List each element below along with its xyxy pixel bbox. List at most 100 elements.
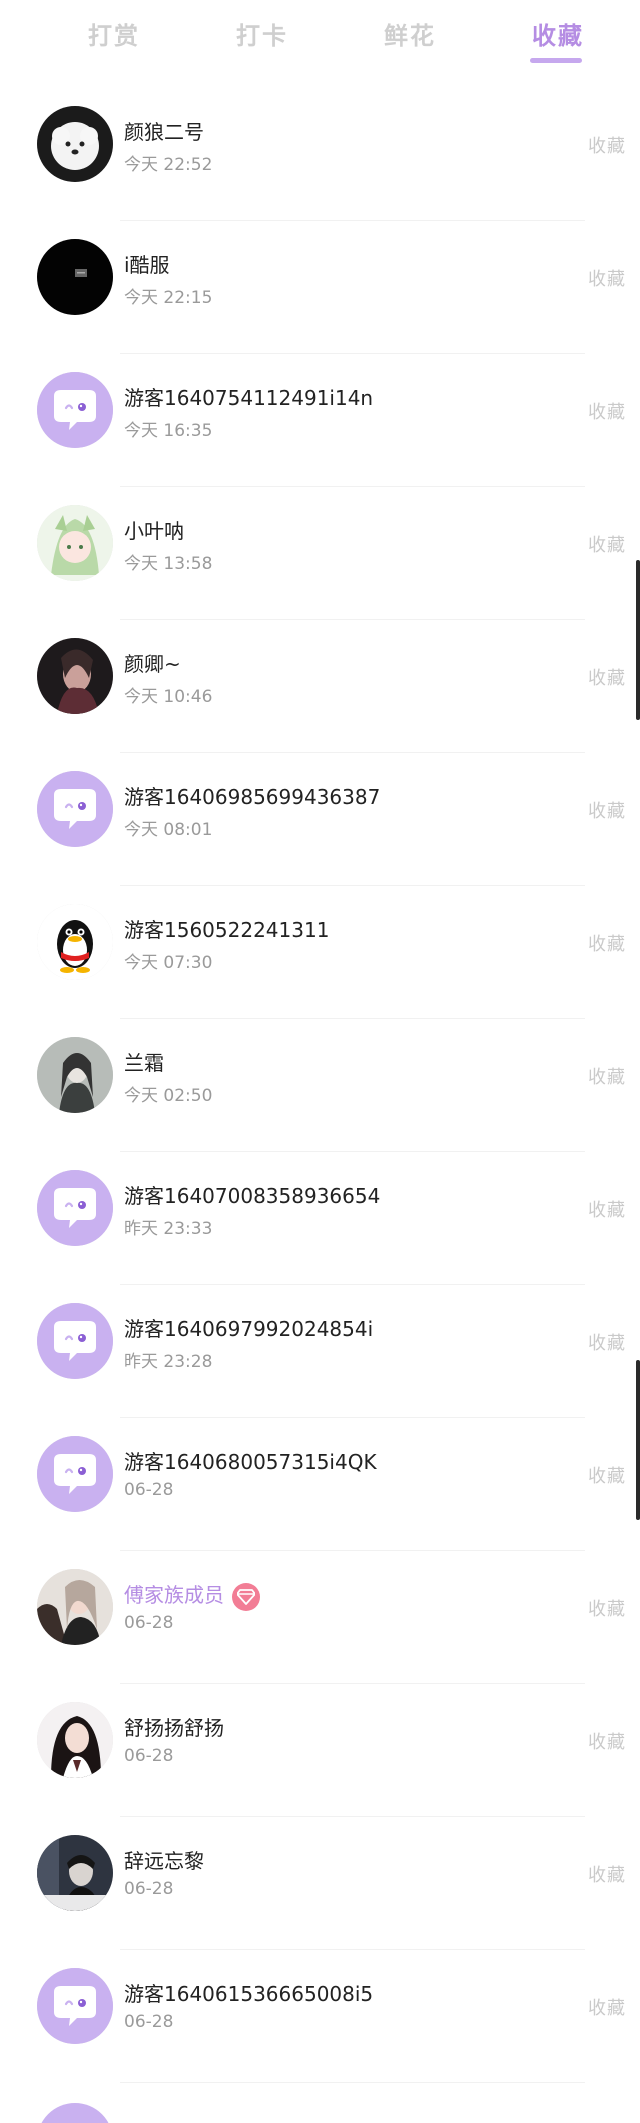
user-name-text: 小叶呐 — [124, 519, 184, 543]
timestamp: 06-28 — [124, 2012, 174, 2032]
favorite-button[interactable]: 收藏 — [588, 1595, 626, 1621]
avatar[interactable] — [37, 1569, 113, 1645]
list-item[interactable]: 游客16407008358936654 昨天 23:33 收藏 — [0, 1152, 640, 1285]
user-name: 游客1640754112491i14n — [124, 382, 373, 411]
tab-reward[interactable]: 打赏 — [88, 16, 140, 51]
user-name: 游客16407008358936654 — [124, 1180, 380, 1209]
timestamp: 今天 22:15 — [124, 288, 213, 308]
tab-checkin[interactable]: 打卡 — [236, 16, 288, 51]
list-item[interactable]: 傅家族成员 06-28 收藏 — [0, 1551, 640, 1684]
list-item[interactable]: 兰霜今天 02:50 收藏 — [0, 1019, 640, 1152]
user-name-text: 兰霜 — [124, 1051, 164, 1075]
avatar[interactable] — [37, 1303, 113, 1379]
favorite-button[interactable]: 收藏 — [588, 265, 626, 291]
list-item[interactable]: 小叶呐今天 13:58 收藏 — [0, 487, 640, 620]
timestamp: 06-28 — [124, 1879, 174, 1899]
favorite-button[interactable]: 收藏 — [588, 1462, 626, 1488]
favorite-button[interactable]: 收藏 — [588, 930, 626, 956]
timestamp: 06-28 — [124, 1480, 174, 1500]
avatar[interactable] — [37, 1037, 113, 1113]
next-avatar-partial — [37, 2103, 113, 2123]
list-item[interactable]: 游客1560522241311 今天 07:30 收藏 — [0, 886, 640, 1019]
timestamp: 昨天 23:33 — [124, 1219, 213, 1239]
timestamp: 06-28 — [124, 1613, 174, 1633]
timestamp: 今天 16:35 — [124, 421, 213, 441]
user-name-text: 辞远忘黎 — [124, 1849, 204, 1873]
favorite-button[interactable]: 收藏 — [588, 1728, 626, 1754]
user-name: 游客1640680057315i4QK — [124, 1446, 377, 1475]
active-tab-indicator — [530, 58, 582, 63]
list-item[interactable]: 游客1640680057315i4QK 06-28 收藏 — [0, 1418, 640, 1551]
vip-diamond-icon — [232, 1582, 260, 1611]
user-name-text: 游客16407008358936654 — [124, 1184, 381, 1208]
timestamp: 今天 08:01 — [124, 820, 213, 840]
user-name: 傅家族成员 — [124, 1579, 260, 1611]
user-name-text: 游客16406985699436387 — [124, 785, 381, 809]
timestamp: 今天 13:58 — [124, 554, 213, 574]
list-item[interactable]: 游客1640615366650​08i5 06-28 收藏 — [0, 1950, 640, 2083]
favorite-button[interactable]: 收藏 — [588, 1196, 626, 1222]
user-name: 辞远忘黎 — [124, 1845, 204, 1874]
side-scroll-edge — [636, 1360, 640, 1520]
list-item[interactable]: 游客1640697992024854i 昨天 23:28 收藏 — [0, 1285, 640, 1418]
favorite-button[interactable]: 收藏 — [588, 1329, 626, 1355]
side-scroll-edge — [636, 560, 640, 720]
user-name-text: 傅家族成员 — [124, 1583, 224, 1607]
user-name-text: 游客1640680057315i4QK — [124, 1450, 377, 1474]
favorite-button[interactable]: 收藏 — [588, 1861, 626, 1887]
user-name-text: 游客1560522241311 — [124, 918, 330, 942]
list-item[interactable]: 颜卿~ 今天 10:46 收藏 — [0, 620, 640, 753]
timestamp: 今天 07:30 — [124, 953, 213, 973]
list-item[interactable]: 辞远忘黎 06-28 收藏 — [0, 1817, 640, 1950]
user-name-text: 颜卿~ — [124, 652, 181, 676]
avatar[interactable] — [37, 1835, 113, 1911]
user-name: 兰霜 — [124, 1047, 164, 1076]
timestamp: 今天 02:50 — [124, 1086, 213, 1106]
avatar[interactable] — [37, 372, 113, 448]
user-name: i酷服 — [124, 249, 170, 278]
avatar[interactable] — [37, 505, 113, 581]
avatar[interactable] — [37, 1968, 113, 2044]
tab-flowers[interactable]: 鲜花 — [384, 16, 436, 51]
tab-bar: 打赏 打卡 鲜花 收藏 — [0, 0, 640, 88]
list-item[interactable]: 游客1640754112491i14n 今天 16:35 收藏 — [0, 354, 640, 487]
tab-favorites[interactable]: 收藏 — [532, 16, 584, 51]
avatar[interactable] — [37, 1170, 113, 1246]
favorite-button[interactable]: 收藏 — [588, 398, 626, 424]
user-name: 小叶呐 — [124, 515, 184, 544]
favorite-button[interactable]: 收藏 — [588, 664, 626, 690]
list-item[interactable]: i酷服今天 22:15 收藏 — [0, 221, 640, 354]
avatar[interactable] — [37, 1436, 113, 1512]
user-name: 游客16406985699436387 — [124, 781, 380, 810]
favorite-button[interactable]: 收藏 — [588, 1063, 626, 1089]
avatar[interactable] — [37, 638, 113, 714]
timestamp: 昨天 23:28 — [124, 1352, 213, 1372]
user-name-text: 游客1640697992024854i — [124, 1317, 374, 1341]
list-item[interactable]: 颜狼二号今天 22:52 收藏 — [0, 88, 640, 221]
avatar[interactable] — [37, 771, 113, 847]
timestamp: 06-28 — [124, 1746, 174, 1766]
favorite-button[interactable]: 收藏 — [588, 797, 626, 823]
user-name: 颜卿~ — [124, 648, 181, 677]
user-name: 颜狼二号 — [124, 116, 204, 145]
user-name-text: 颜狼二号 — [124, 120, 204, 144]
avatar[interactable] — [37, 1702, 113, 1778]
user-name-text: 舒扬扬舒扬 — [124, 1716, 224, 1740]
list-item[interactable]: 舒扬扬舒扬 06-28 收藏 — [0, 1684, 640, 1817]
user-name: 游客1640615366650​08i5 — [124, 1978, 373, 2007]
avatar[interactable] — [37, 106, 113, 182]
list-item[interactable]: 游客16406985699436387 今天 08:01 收藏 — [0, 753, 640, 886]
avatar[interactable] — [37, 904, 113, 980]
user-name: 游客1640697992024854i — [124, 1313, 373, 1342]
favorite-button[interactable]: 收藏 — [588, 531, 626, 557]
timestamp: 今天 22:52 — [124, 155, 213, 175]
timestamp: 今天 10:46 — [124, 687, 213, 707]
favorites-list: 颜狼二号 今天 22:52 收藏 i酷服 今天 22:15 收藏 游客16407541124… — [0, 88, 640, 2083]
user-name-text: 游客1640754112491i14n — [124, 386, 374, 410]
user-name-text: i酷服 — [124, 253, 170, 277]
user-name: 游客1560522241311 — [124, 914, 329, 943]
favorite-button[interactable]: 收藏 — [588, 1994, 626, 2020]
avatar[interactable] — [37, 239, 113, 315]
user-name: 舒扬扬舒扬 — [124, 1712, 224, 1741]
favorite-button[interactable]: 收藏 — [588, 132, 626, 158]
